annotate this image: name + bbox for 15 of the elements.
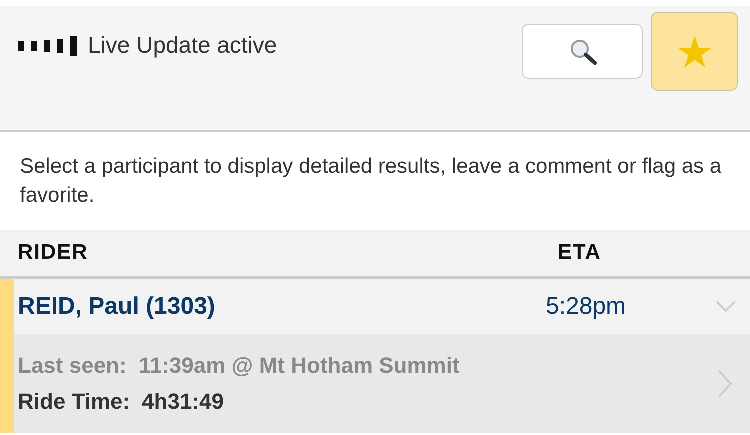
ride-time-label: Ride Time: — [18, 388, 130, 414]
live-update-status: Live Update active — [88, 32, 278, 59]
last-seen-value: 11:39am @ Mt Hotham Summit — [138, 352, 460, 378]
chevron-icon[interactable] — [716, 300, 736, 312]
ride-time-value: 4h31:49 — [142, 388, 224, 414]
star-icon — [678, 36, 712, 68]
intro-text: Select a participant to display detailed results, leave a comment or flag as a favorite. — [20, 154, 723, 209]
eta-time: 5:28pm — [546, 292, 628, 320]
column-header: RIDER — [18, 241, 90, 265]
favorites-button[interactable] — [651, 12, 738, 91]
chevron-right-icon[interactable] — [718, 370, 732, 398]
last-seen-label: Last seen: — [18, 352, 127, 378]
column-header: ETA — [558, 241, 602, 265]
search-button[interactable] — [522, 24, 643, 79]
rider-name[interactable]: REID, Paul (1303) — [18, 292, 546, 320]
